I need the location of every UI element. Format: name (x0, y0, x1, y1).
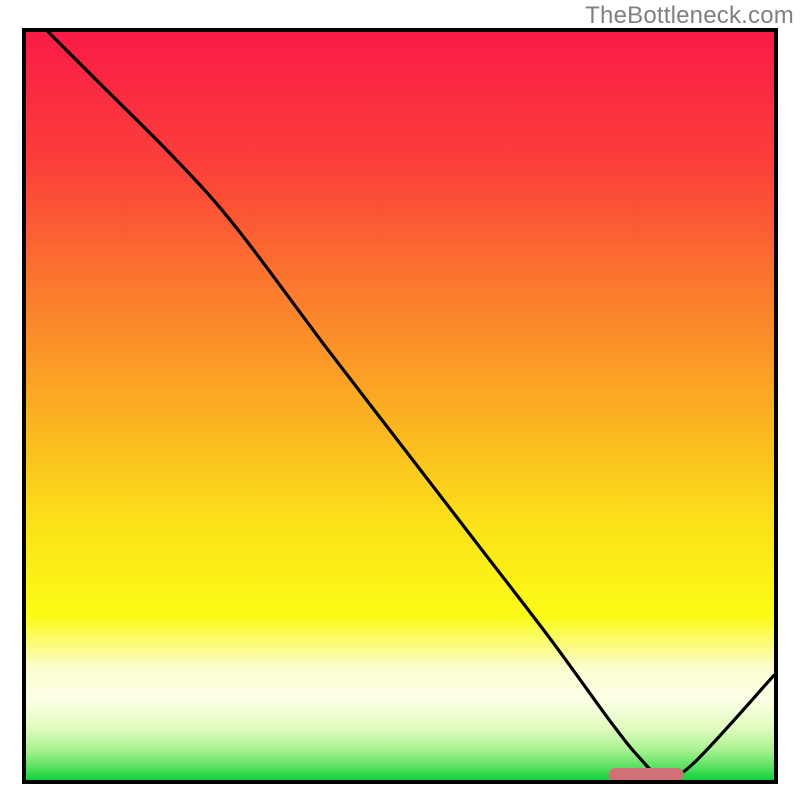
watermark-text: TheBottleneck.com (585, 2, 794, 30)
plot-frame (22, 28, 778, 784)
trough-marker (609, 768, 684, 782)
chart-container: TheBottleneck.com (0, 0, 800, 800)
bottleneck-curve (26, 32, 774, 780)
